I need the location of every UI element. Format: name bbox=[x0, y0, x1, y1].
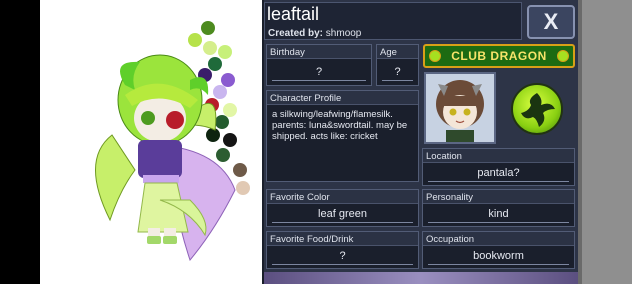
favorite-food-field: Favorite Food/Drink ? bbox=[266, 231, 419, 269]
age-label: Age bbox=[380, 47, 397, 58]
creator-line: Created by: shmoop bbox=[268, 28, 361, 39]
location-value: pantala? bbox=[477, 167, 520, 179]
profile-text: a silkwing/leafwing/flamesilk. parents: … bbox=[272, 109, 408, 142]
palette-swatch bbox=[218, 45, 232, 59]
palette-swatch bbox=[188, 33, 202, 47]
creator-name: shmoop bbox=[325, 28, 362, 39]
personality-field: Personality kind bbox=[422, 189, 575, 227]
age-value: ? bbox=[394, 66, 401, 78]
palette-swatch bbox=[206, 128, 220, 142]
side-strip bbox=[582, 0, 632, 284]
occupation-field: Occupation bookworm bbox=[422, 231, 575, 269]
palette-swatch bbox=[201, 21, 215, 35]
created-by-label: Created by: bbox=[268, 28, 324, 39]
field-underline bbox=[272, 80, 366, 81]
palette-swatch bbox=[221, 73, 235, 87]
avatar-shirt bbox=[446, 130, 474, 142]
eye bbox=[166, 111, 184, 129]
palette-swatch bbox=[223, 133, 237, 147]
location-field: Location pantala? bbox=[422, 148, 575, 186]
avatar-eye bbox=[463, 108, 471, 116]
avatar-portrait-icon bbox=[426, 74, 494, 142]
personality-value: kind bbox=[488, 208, 509, 220]
occupation-label: Occupation bbox=[426, 234, 475, 245]
field-underline bbox=[382, 80, 413, 81]
favorite-color-label: Favorite Color bbox=[270, 192, 330, 203]
profile-label: Character Profile bbox=[270, 93, 342, 104]
character-canvas bbox=[40, 0, 262, 284]
palette-swatch bbox=[216, 148, 230, 162]
palette-swatch bbox=[233, 163, 247, 177]
field-underline bbox=[428, 181, 569, 182]
dragon-emblem-icon bbox=[511, 83, 563, 135]
belt bbox=[143, 175, 179, 183]
occupation-value: bookworm bbox=[473, 250, 524, 262]
shirt bbox=[138, 140, 182, 178]
birthday-field: Birthday ? bbox=[266, 44, 372, 86]
age-field: Age ? bbox=[376, 44, 419, 86]
location-label: Location bbox=[426, 151, 462, 162]
shoe bbox=[147, 236, 161, 244]
close-button[interactable]: X bbox=[527, 5, 575, 39]
avatar-eye bbox=[449, 108, 457, 116]
club-banner: CLUB DRAGON bbox=[423, 44, 575, 68]
favorite-food-label: Favorite Food/Drink bbox=[270, 234, 354, 245]
eye bbox=[141, 111, 155, 125]
palette-swatch bbox=[236, 181, 250, 195]
dragon-shape bbox=[521, 93, 555, 127]
field-underline bbox=[272, 264, 413, 265]
palette-swatch bbox=[203, 41, 217, 55]
favorite-color-value: leaf green bbox=[318, 208, 367, 220]
club-dot-icon bbox=[557, 50, 569, 62]
club-name: CLUB DRAGON bbox=[451, 49, 547, 63]
character-profile-field: Character Profile a silkwing/leafwing/fl… bbox=[266, 90, 419, 182]
screen: leaftail Created by: shmoop X Birthday ?… bbox=[0, 0, 632, 284]
favorite-food-value: ? bbox=[339, 250, 346, 262]
field-underline bbox=[428, 222, 569, 223]
panel-footer-bar bbox=[264, 272, 578, 284]
character-name: leaftail bbox=[267, 4, 320, 24]
avatar-bangs bbox=[443, 96, 477, 106]
favorite-color-field: Favorite Color leaf green bbox=[266, 189, 419, 227]
character-sprite bbox=[95, 21, 250, 262]
field-underline bbox=[428, 264, 569, 265]
field-underline bbox=[272, 222, 413, 223]
palette-swatch bbox=[213, 85, 227, 99]
birthday-value: ? bbox=[315, 66, 323, 78]
wing bbox=[95, 134, 136, 222]
personality-label: Personality bbox=[426, 192, 473, 203]
dragon-silhouette-icon bbox=[521, 93, 555, 127]
palette-swatch bbox=[223, 103, 237, 117]
birthday-label: Birthday bbox=[270, 47, 305, 58]
palette-swatch bbox=[208, 57, 222, 71]
shoe bbox=[163, 236, 177, 244]
palette-swatch bbox=[215, 115, 229, 129]
avatar[interactable] bbox=[424, 72, 496, 144]
